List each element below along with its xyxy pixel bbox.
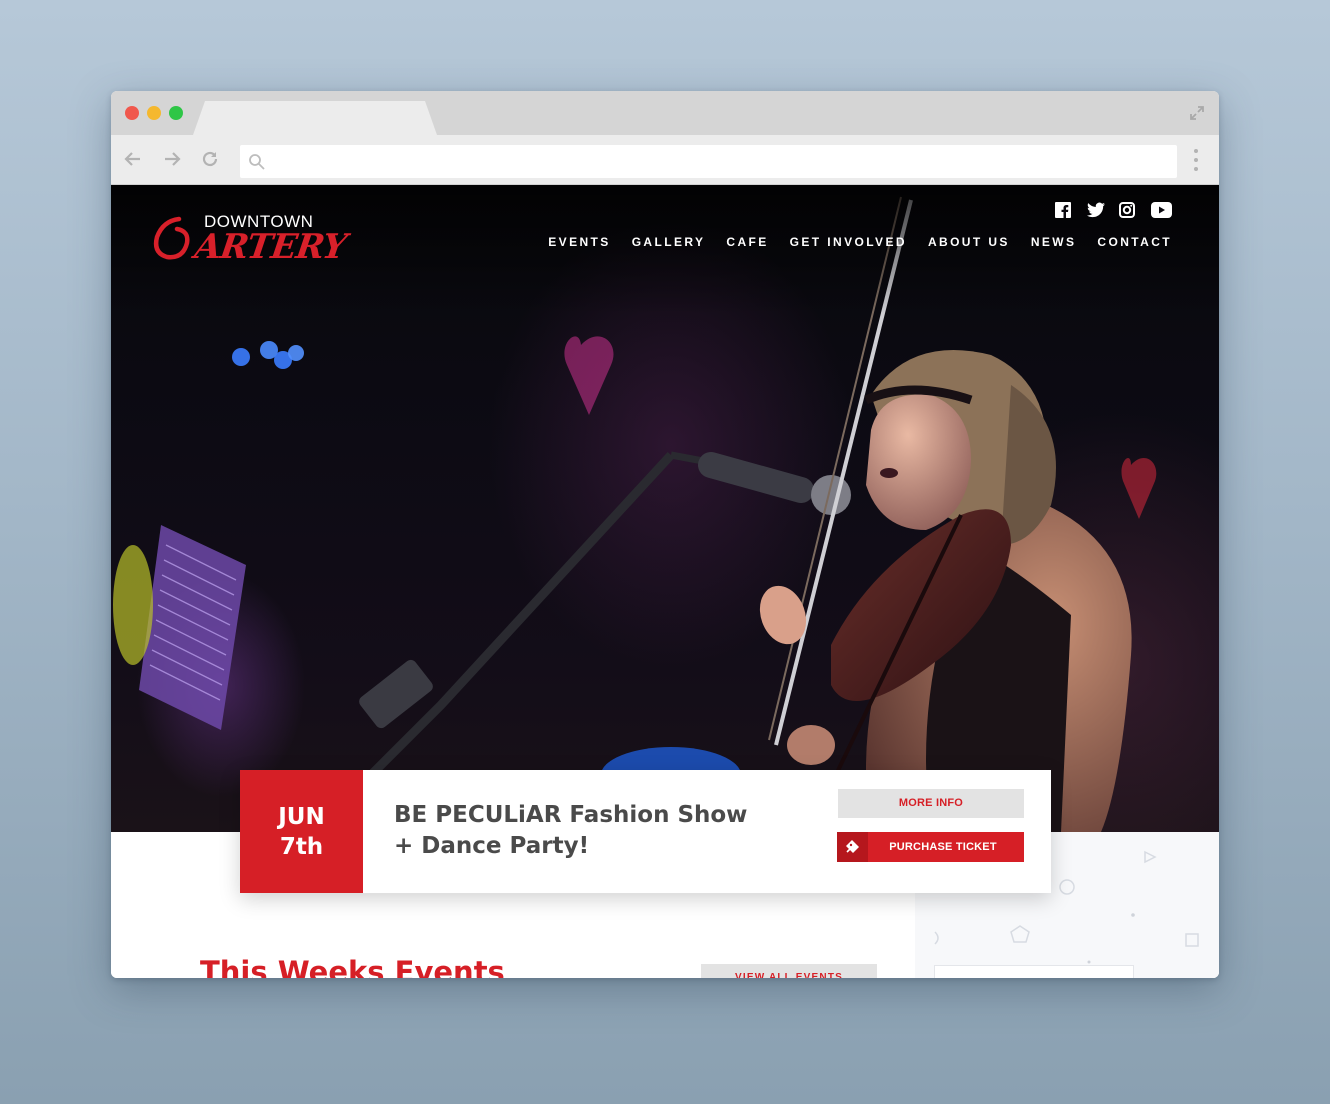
event-date-badge: JUN 7th bbox=[240, 770, 363, 893]
event-title[interactable]: BE PECULiAR Fashion Show + Dance Party! bbox=[394, 800, 774, 862]
nav-gallery[interactable]: GALLERY bbox=[632, 235, 706, 249]
browser-tab-bar bbox=[111, 91, 1219, 135]
expand-icon[interactable] bbox=[1189, 105, 1205, 121]
twitter-icon[interactable] bbox=[1087, 202, 1105, 218]
nav-contact[interactable]: CONTACT bbox=[1097, 235, 1172, 249]
nav-news[interactable]: NEWS bbox=[1031, 235, 1077, 249]
event-day: 7th bbox=[279, 834, 324, 860]
url-input[interactable] bbox=[272, 145, 1162, 178]
maximize-window-button[interactable] bbox=[169, 106, 183, 120]
close-window-button[interactable] bbox=[125, 106, 139, 120]
main-navigation: EVENTS GALLERY CAFE GET INVOLVED ABOUT U… bbox=[548, 235, 1172, 249]
browser-toolbar bbox=[111, 135, 1219, 185]
hero-image: DOWNTOWN ARTERY EVENTS GALLERY CAFE GET … bbox=[111, 185, 1219, 832]
reload-icon[interactable] bbox=[200, 149, 220, 169]
youtube-icon[interactable] bbox=[1151, 202, 1172, 218]
view-all-events-button[interactable]: VIEW ALL EVENTS bbox=[701, 964, 877, 978]
events-section-title: This Weeks Events bbox=[200, 955, 505, 978]
minimize-window-button[interactable] bbox=[147, 106, 161, 120]
ticket-icon bbox=[837, 832, 868, 862]
forward-arrow-icon[interactable] bbox=[162, 149, 182, 169]
address-bar[interactable] bbox=[240, 145, 1177, 178]
facebook-icon[interactable] bbox=[1055, 202, 1073, 218]
purchase-ticket-button[interactable]: PURCHASE TICKET bbox=[837, 832, 1024, 862]
browser-window: DOWNTOWN ARTERY EVENTS GALLERY CAFE GET … bbox=[111, 91, 1219, 978]
purchase-ticket-label: PURCHASE TICKET bbox=[889, 841, 997, 853]
social-links bbox=[1055, 201, 1172, 219]
sidebar-widget bbox=[934, 965, 1134, 978]
nav-cafe[interactable]: CAFE bbox=[726, 235, 768, 249]
web-page: DOWNTOWN ARTERY EVENTS GALLERY CAFE GET … bbox=[111, 185, 1219, 978]
search-icon bbox=[249, 154, 265, 170]
instagram-icon[interactable] bbox=[1119, 202, 1137, 218]
featured-event-card: JUN 7th BE PECULiAR Fashion Show + Dance… bbox=[240, 770, 1051, 893]
nav-events[interactable]: EVENTS bbox=[548, 235, 610, 249]
more-options-icon[interactable] bbox=[1192, 147, 1200, 173]
browser-tab[interactable] bbox=[193, 101, 437, 135]
nav-about-us[interactable]: ABOUT US bbox=[928, 235, 1010, 249]
site-logo[interactable]: DOWNTOWN ARTERY bbox=[149, 209, 349, 269]
more-info-button[interactable]: MORE INFO bbox=[838, 789, 1024, 818]
nav-get-involved[interactable]: GET INVOLVED bbox=[790, 235, 907, 249]
logo-artery-text: ARTERY bbox=[192, 227, 349, 267]
back-arrow-icon[interactable] bbox=[123, 149, 143, 169]
event-month: JUN bbox=[278, 804, 325, 830]
